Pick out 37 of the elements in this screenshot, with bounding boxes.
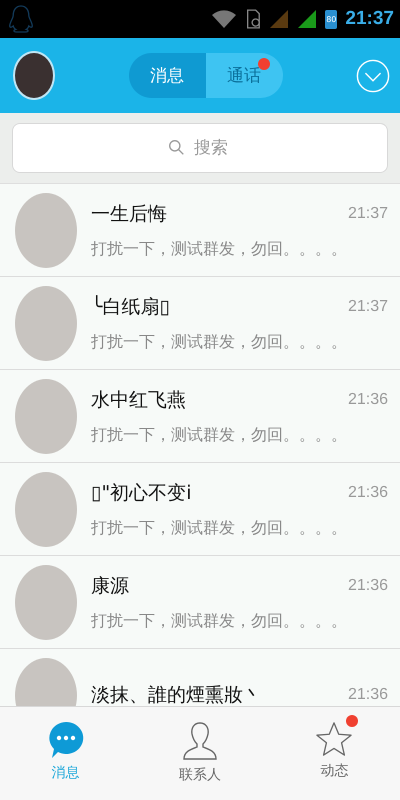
- conversation-row[interactable]: 康源 21:36 打扰一下，测试群发，勿回。。。。: [0, 556, 400, 649]
- message-time: 21:37: [348, 204, 388, 222]
- contact-name: ╰白纸扇▯: [91, 294, 170, 320]
- nav-tab[interactable]: 联系人: [168, 707, 231, 800]
- avatar[interactable]: [13, 51, 55, 100]
- contact-name: 康源: [91, 574, 129, 598]
- message-time: 21:36: [348, 484, 388, 502]
- search-field[interactable]: 搜索: [12, 123, 388, 173]
- message-preview: 打扰一下，测试群发，勿回。。。。: [91, 238, 348, 260]
- message-time: 21:36: [348, 576, 388, 594]
- clock: 21:37: [345, 8, 394, 30]
- conversation-row[interactable]: 水中红飞燕 21:36 打扰一下，测试群发，勿回。。。。: [0, 370, 400, 463]
- contact-name: 水中红飞燕: [91, 388, 186, 412]
- message-time: 21:36: [348, 390, 388, 408]
- contact-name: 淡抹、誰的煙熏妝丶: [91, 683, 262, 706]
- conversation-row[interactable]: ▯"初心不变i 21:36 打扰一下，测试群发，勿回。。。。: [0, 463, 400, 556]
- message-time: 21:36: [348, 686, 388, 704]
- wifi-icon: [211, 9, 238, 29]
- message-preview: 打扰一下，测试群发，勿回。。。。: [91, 610, 348, 632]
- message-preview: 打扰一下，测试群发，勿回。。。。: [91, 424, 348, 446]
- sd-card-icon: [245, 9, 262, 29]
- message-preview: 打扰一下，测试群发，勿回。。。。: [91, 518, 348, 538]
- message-preview: 打扰一下，测试群发，勿回。。。。: [91, 332, 348, 352]
- search-icon: [168, 139, 185, 156]
- message-time: 21:37: [348, 298, 388, 316]
- signal-icon: [269, 9, 290, 29]
- conversation-row[interactable]: 一生后悔 21:37 打扰一下，测试群发，勿回。。。。: [0, 184, 400, 277]
- person-icon: [182, 721, 218, 761]
- conversation-row[interactable]: ╰白纸扇▯ 21:37 打扰一下，测试群发，勿回。。。。: [0, 277, 400, 370]
- star-icon: [316, 721, 352, 757]
- penguin-icon: [8, 4, 34, 34]
- signal-icon: [297, 9, 318, 29]
- contact-name: 一生后悔: [91, 202, 167, 226]
- contact-name: ▯"初心不变i: [91, 480, 192, 506]
- nav-tab[interactable]: 动态: [306, 707, 362, 800]
- battery-icon: 80: [325, 10, 338, 28]
- chat-bubble-icon: [48, 721, 84, 759]
